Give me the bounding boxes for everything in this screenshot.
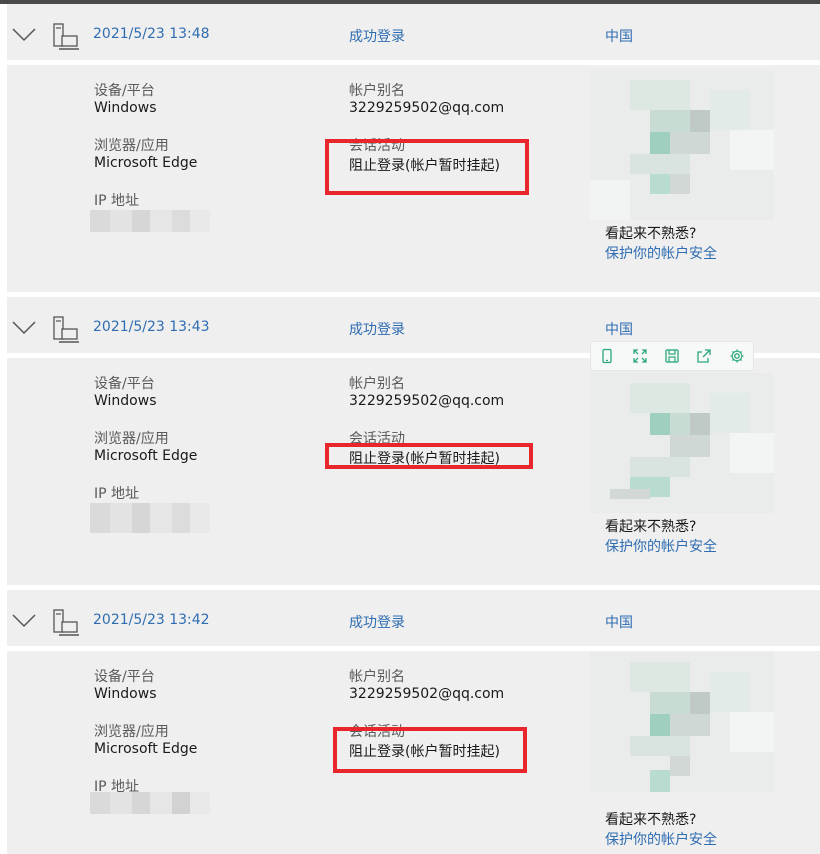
login-country-link[interactable]: 中国 (605, 319, 633, 339)
login-entry-3: 2021/5/23 13:42 成功登录 中国 设备/平台 Windows 浏览… (7, 590, 820, 854)
toolbar-share-button[interactable] (688, 342, 720, 370)
browser-label: 浏览器/应用 (94, 431, 169, 447)
toolbar-settings-button[interactable] (721, 342, 753, 370)
browser-value: Microsoft Edge (94, 741, 198, 757)
alias-value: 3229259502@qq.com (349, 686, 505, 702)
login-entry-1: 2021/5/23 13:48 成功登录 中国 设备/平台 Windows 浏览… (7, 4, 820, 292)
computer-device-icon (53, 23, 79, 50)
entry-header[interactable]: 2021/5/23 13:42 成功登录 中国 (7, 590, 820, 646)
login-date-link[interactable]: 2021/5/23 13:43 (93, 319, 210, 335)
unfamiliar-question: 看起来不熟悉? (605, 519, 697, 535)
browser-value: Microsoft Edge (94, 448, 198, 464)
header-divider (7, 60, 820, 65)
login-date-link[interactable]: 2021/5/23 13:42 (93, 612, 210, 628)
unfamiliar-question: 看起来不熟悉? (605, 226, 697, 242)
login-country-link[interactable]: 中国 (605, 26, 633, 46)
highlight-box (325, 443, 533, 469)
location-map-redacted (590, 70, 774, 220)
login-status-link[interactable]: 成功登录 (349, 612, 405, 632)
toolbar-expand-button[interactable] (623, 342, 655, 370)
alias-label: 帐户别名 (349, 376, 405, 392)
location-map-redacted (590, 652, 774, 792)
device-value: Windows (94, 393, 157, 409)
device-value: Windows (94, 686, 157, 702)
computer-device-icon (53, 316, 79, 343)
header-divider (7, 646, 820, 651)
alias-label: 帐户别名 (349, 669, 405, 685)
location-map-redacted (590, 373, 774, 513)
device-label: 设备/平台 (94, 83, 155, 99)
login-date-link[interactable]: 2021/5/23 13:48 (93, 26, 210, 42)
alias-label: 帐户别名 (349, 83, 405, 99)
browser-label: 浏览器/应用 (94, 138, 169, 154)
ip-label: IP 地址 (94, 193, 140, 209)
ip-address-redacted (90, 210, 210, 232)
browser-label: 浏览器/应用 (94, 724, 169, 740)
highlight-box (325, 139, 529, 195)
device-label: 设备/平台 (94, 669, 155, 685)
chevron-down-icon[interactable] (11, 319, 37, 335)
toolbar-phone-button[interactable] (591, 342, 623, 370)
phone-icon (602, 348, 612, 364)
gear-icon (730, 349, 744, 363)
save-icon (665, 349, 679, 363)
device-value: Windows (94, 100, 157, 116)
login-status-link[interactable]: 成功登录 (349, 319, 405, 339)
secure-account-link[interactable]: 保护你的帐户安全 (605, 536, 717, 556)
login-status-link[interactable]: 成功登录 (349, 26, 405, 46)
expand-icon (632, 349, 647, 363)
entry-header[interactable]: 2021/5/23 13:48 成功登录 中国 (7, 4, 820, 60)
secure-account-link[interactable]: 保护你的帐户安全 (605, 243, 717, 263)
ip-address-redacted (90, 503, 210, 533)
toolbar-save-button[interactable] (656, 342, 688, 370)
share-icon (697, 349, 712, 363)
ip-address-redacted (90, 792, 210, 814)
browser-value: Microsoft Edge (94, 155, 198, 171)
computer-device-icon (53, 609, 79, 636)
alias-value: 3229259502@qq.com (349, 393, 505, 409)
unfamiliar-question: 看起来不熟悉? (605, 812, 697, 828)
ip-label: IP 地址 (94, 486, 140, 502)
alias-value: 3229259502@qq.com (349, 100, 505, 116)
device-label: 设备/平台 (94, 376, 155, 392)
chevron-down-icon[interactable] (11, 26, 37, 42)
chevron-down-icon[interactable] (11, 612, 37, 628)
highlight-box (333, 727, 527, 773)
secure-account-link[interactable]: 保护你的帐户安全 (605, 829, 717, 849)
login-country-link[interactable]: 中国 (605, 612, 633, 632)
image-toolbar (590, 341, 754, 371)
